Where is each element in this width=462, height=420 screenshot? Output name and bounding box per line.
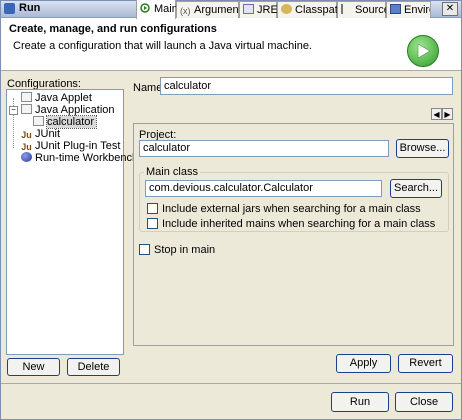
tab-scroll-right-icon[interactable]: ▶ <box>442 108 453 120</box>
header-title: Create, manage, and run configurations <box>9 23 217 35</box>
tree-item-java-applet[interactable]: Java Applet <box>21 92 92 104</box>
revert-button[interactable]: Revert <box>398 354 453 373</box>
name-input[interactable]: calculator <box>160 77 453 95</box>
close-button[interactable]: Close <box>395 392 453 412</box>
tab-environment[interactable]: Environ <box>386 1 431 18</box>
tree-item-label: Java Applet <box>35 92 92 104</box>
tab-label: Source <box>355 4 390 16</box>
junit-plugin-icon: Ju <box>21 142 32 152</box>
arguments-tab-icon: (x) <box>180 6 191 16</box>
tab-main[interactable]: Main <box>136 0 178 19</box>
main-tab-panel: Project: calculator Browse... Main class… <box>133 123 454 346</box>
dialog-header: Create, manage, and run configurations C… <box>1 18 461 71</box>
stop-in-main-checkbox[interactable] <box>139 244 150 255</box>
tree-item-label: Java Application <box>35 104 115 116</box>
tab-scroll-left-icon[interactable]: ◀ <box>431 108 442 120</box>
tree-item-label: JUnit <box>35 128 61 140</box>
jre-tab-icon <box>243 4 254 14</box>
main-class-field[interactable]: com.devious.calculator.Calculator <box>145 180 382 197</box>
tab-label: JRE <box>257 4 278 16</box>
java-file-icon <box>33 116 44 126</box>
collapse-toggle-icon[interactable]: − <box>9 106 18 115</box>
workbench-icon <box>21 152 32 162</box>
tree-item-runtime-workbench[interactable]: Run-time Workbench <box>21 152 138 164</box>
browse-button[interactable]: Browse... <box>396 139 449 158</box>
tree-item-junit-plugin-test[interactable]: Ju JUnit Plug-in Test <box>21 140 120 152</box>
run-button[interactable]: Run <box>331 392 389 412</box>
stop-in-main-label: Stop in main <box>154 244 216 256</box>
classpath-tab-icon <box>281 4 292 14</box>
apply-button[interactable]: Apply <box>336 354 391 373</box>
tab-label: Environ <box>404 4 430 16</box>
header-description: Create a configuration that will launch … <box>13 40 312 52</box>
junit-icon: Ju <box>21 130 32 140</box>
tab-arguments[interactable]: (x) Arguments <box>176 1 247 18</box>
include-external-label: Include external jars when searching for… <box>162 203 421 215</box>
tree-item-junit[interactable]: Ju JUnit <box>21 128 60 140</box>
main-tab-icon <box>140 1 151 13</box>
main-class-group-title: Main class <box>144 166 200 178</box>
tree-item-calculator[interactable]: calculator <box>33 115 98 129</box>
delete-button[interactable]: Delete <box>67 358 120 376</box>
tab-classpath[interactable]: Classpath <box>277 1 344 18</box>
source-tab-icon <box>341 4 352 14</box>
search-button[interactable]: Search... <box>390 179 442 198</box>
environment-tab-icon <box>390 4 401 14</box>
new-button[interactable]: New <box>7 358 60 376</box>
tab-jre[interactable]: JRE <box>239 1 278 18</box>
java-application-icon <box>21 104 32 114</box>
tree-item-label: JUnit Plug-in Test <box>35 140 121 152</box>
button-bar-separator <box>1 383 461 384</box>
main-class-group: Main class com.devious.calculator.Calcul… <box>139 166 449 232</box>
run-dialog: Run ✕ Create, manage, and run configurat… <box>0 0 462 420</box>
window-title: Run <box>19 2 41 14</box>
tab-label: Main <box>154 3 178 15</box>
configurations-tree[interactable]: − Java Applet Java Application calculato… <box>6 89 138 355</box>
run-banner-icon <box>407 35 439 67</box>
include-inherited-checkbox[interactable] <box>147 218 158 229</box>
java-applet-icon <box>21 92 32 102</box>
app-icon <box>4 3 15 14</box>
tree-item-java-application[interactable]: Java Application <box>21 104 115 116</box>
project-field[interactable]: calculator <box>139 140 389 157</box>
tree-item-label: calculator <box>45 115 98 129</box>
close-window-button[interactable]: ✕ <box>442 2 458 16</box>
tree-item-label: Run-time Workbench <box>35 152 139 164</box>
include-external-checkbox[interactable] <box>147 203 158 214</box>
tab-source[interactable]: Source <box>337 1 390 18</box>
include-inherited-label: Include inherited mains when searching f… <box>162 218 436 230</box>
